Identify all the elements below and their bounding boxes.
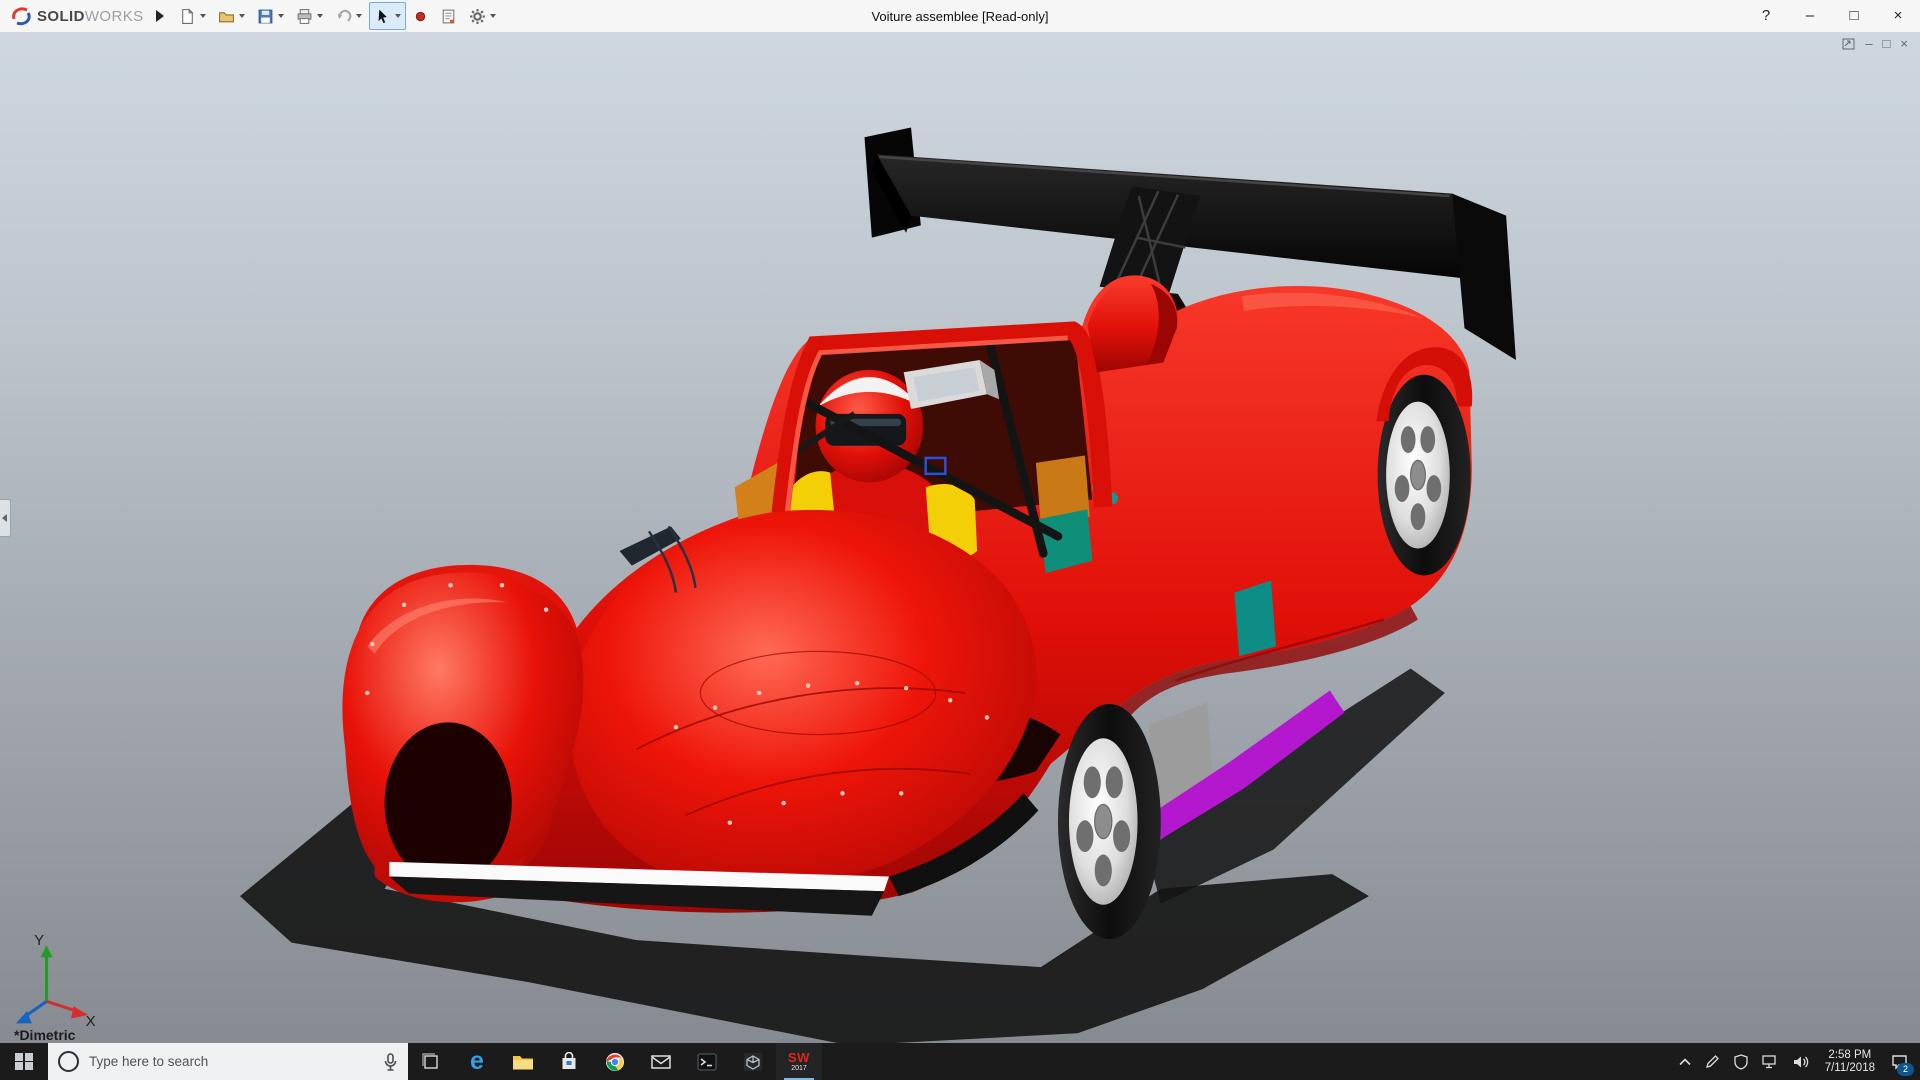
minimize-button[interactable]: – <box>1788 0 1832 32</box>
windows-logo-icon <box>15 1053 33 1071</box>
maximize-button[interactable]: □ <box>1832 0 1876 32</box>
save-floppy-icon <box>257 8 274 25</box>
select-cursor-icon <box>374 8 391 25</box>
tray-network-button[interactable] <box>1755 1043 1786 1080</box>
action-center-button[interactable]: 2 <box>1883 1043 1920 1080</box>
taskbar-search[interactable] <box>48 1043 408 1080</box>
tray-pen-button[interactable] <box>1698 1043 1727 1080</box>
tray-chevron-button[interactable] <box>1672 1043 1698 1080</box>
command-prompt-icon <box>697 1053 717 1071</box>
window-controls: ? – □ × <box>1744 0 1920 32</box>
wheel-arch-opening <box>384 722 511 884</box>
report-book-icon <box>440 8 457 25</box>
feature-tree-flyout-handle[interactable] <box>0 499 11 537</box>
axis-y-label: Y <box>34 933 44 949</box>
new-document-icon <box>179 8 196 25</box>
dropdown-caret <box>490 14 496 18</box>
save-button[interactable] <box>252 2 289 30</box>
task-view-icon <box>421 1052 441 1072</box>
taskbar-app-solidworks[interactable]: SW 2017 <box>776 1043 822 1080</box>
print-icon <box>296 8 313 25</box>
close-button[interactable]: × <box>1876 0 1920 32</box>
taskbar-app-store[interactable] <box>546 1043 592 1080</box>
side-intake-teal <box>1234 580 1276 656</box>
cube-app-icon <box>743 1052 763 1072</box>
taskbar-app-3d-tool[interactable] <box>730 1043 776 1080</box>
chrome-icon <box>605 1052 625 1072</box>
notification-badge: 2 <box>1897 1063 1914 1076</box>
file-explorer-icon <box>512 1053 534 1071</box>
solidworks-app-icon: SW 2017 <box>788 1051 810 1072</box>
shield-icon <box>1734 1054 1748 1070</box>
new-document-button[interactable] <box>174 2 211 30</box>
axis-x-label: X <box>86 1014 96 1030</box>
gear-icon <box>469 8 486 25</box>
view-orientation-label: *Dimetric <box>14 1027 75 1043</box>
graphics-viewport[interactable]: – □ × <box>0 32 1920 1043</box>
brand-text: SOLIDWORKS <box>37 8 144 25</box>
options-button[interactable] <box>464 2 501 30</box>
quick-access-toolbar <box>174 2 501 30</box>
clock-date: 7/11/2018 <box>1825 1062 1875 1075</box>
taskbar-app-mail[interactable] <box>638 1043 684 1080</box>
microphone-icon[interactable] <box>383 1053 398 1071</box>
doc-minimize-button[interactable]: – <box>1865 36 1872 52</box>
windows-taskbar: e <box>0 1043 1920 1080</box>
system-tray: 2:58 PM 7/11/2018 2 <box>1672 1043 1920 1080</box>
car-3d-model[interactable]: Y X <box>0 32 1920 1043</box>
help-button[interactable]: ? <box>1744 0 1788 32</box>
taskbar-app-file-explorer[interactable] <box>500 1043 546 1080</box>
open-button[interactable] <box>213 2 250 30</box>
red-sphere-icon <box>413 9 428 24</box>
tray-security-button[interactable] <box>1727 1043 1755 1080</box>
search-input[interactable] <box>87 1053 375 1070</box>
doc-pin-icon[interactable] <box>1842 38 1855 50</box>
dropdown-caret <box>356 14 362 18</box>
dropdown-caret <box>239 14 245 18</box>
edge-icon: e <box>470 1049 484 1074</box>
dropdown-caret <box>317 14 323 18</box>
window-title: Voiture assemblee [Read-only] <box>871 9 1048 24</box>
select-tool-button[interactable] <box>369 2 406 30</box>
cortana-icon <box>58 1051 79 1072</box>
rear-right-wheel <box>1376 347 1472 575</box>
red-dot-button[interactable] <box>408 2 433 30</box>
store-bag-icon <box>560 1052 578 1071</box>
open-folder-icon <box>218 8 235 25</box>
report-button[interactable] <box>435 2 462 30</box>
undo-button[interactable] <box>330 2 367 30</box>
menu-flyout-arrow-icon[interactable] <box>156 10 164 22</box>
taskbar-clock[interactable]: 2:58 PM 7/11/2018 <box>1817 1049 1883 1075</box>
taskbar-app-command-prompt[interactable] <box>684 1043 730 1080</box>
orientation-triad: Y X <box>16 933 96 1030</box>
front-right-wheel <box>1058 704 1161 939</box>
doc-close-button[interactable]: × <box>1900 36 1908 52</box>
doc-maximize-button[interactable]: □ <box>1883 36 1891 52</box>
undo-arrow-icon <box>335 8 352 25</box>
volume-icon <box>1793 1055 1810 1069</box>
document-window-controls: – □ × <box>1842 36 1908 52</box>
dropdown-caret <box>395 14 401 18</box>
dropdown-caret <box>200 14 206 18</box>
task-view-button[interactable] <box>408 1043 454 1080</box>
chevron-up-icon <box>1679 1058 1691 1066</box>
solidworks-window: SOLIDWORKS <box>0 0 1920 1080</box>
title-bar: SOLIDWORKS <box>0 0 1920 33</box>
solidworks-logo: SOLIDWORKS <box>0 5 152 27</box>
clock-time: 2:58 PM <box>1825 1049 1875 1062</box>
taskbar-app-chrome[interactable] <box>592 1043 638 1080</box>
tray-volume-button[interactable] <box>1786 1043 1817 1080</box>
pen-icon <box>1705 1054 1720 1069</box>
print-button[interactable] <box>291 2 328 30</box>
network-icon <box>1762 1055 1779 1069</box>
mail-icon <box>651 1054 671 1070</box>
dropdown-caret <box>278 14 284 18</box>
start-button[interactable] <box>0 1043 48 1080</box>
taskbar-app-edge[interactable]: e <box>454 1043 500 1080</box>
ds-logo-icon <box>10 5 32 27</box>
